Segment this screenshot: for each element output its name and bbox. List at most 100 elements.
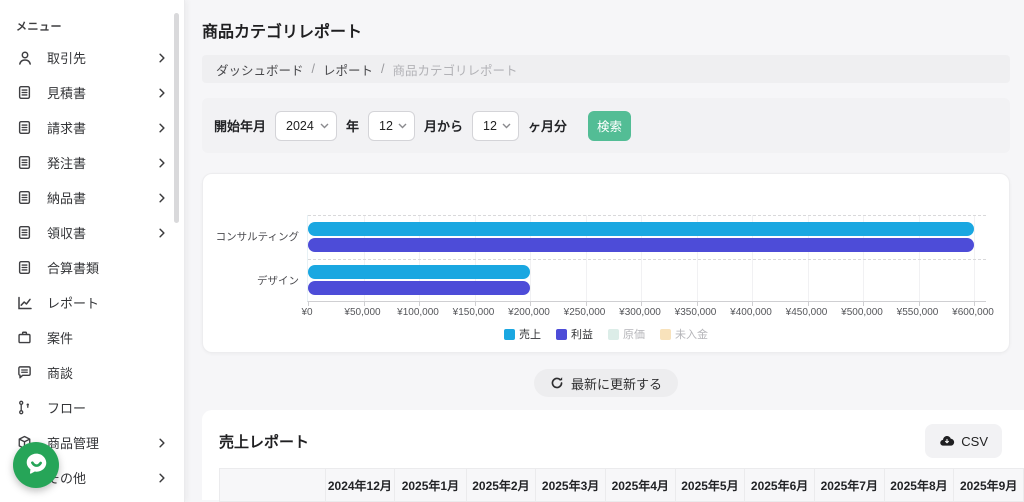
legend-swatch: [504, 329, 515, 340]
speech-bubble-icon: [16, 364, 33, 381]
axis-tick: [974, 302, 975, 306]
chart-line-icon: [16, 294, 33, 311]
legend-item-利益[interactable]: 利益: [556, 326, 593, 342]
column-header: 2025年9月: [954, 469, 1024, 502]
sidebar-item-発注書[interactable]: 発注書: [0, 145, 184, 180]
sidebar-item-合算書類[interactable]: 合算書類: [0, 250, 184, 285]
legend-item-売上[interactable]: 売上: [504, 326, 541, 342]
csv-button-label: CSV: [961, 434, 988, 449]
search-button[interactable]: 検索: [588, 111, 631, 141]
sidebar-item-納品書[interactable]: 納品書: [0, 180, 184, 215]
chevron-down-icon: [502, 123, 511, 129]
chevron-right-icon: [156, 52, 170, 64]
column-header: 2025年4月: [605, 469, 675, 502]
chevron-right-icon: [156, 227, 170, 239]
column-header: 2025年8月: [884, 469, 954, 502]
sidebar-item-商談[interactable]: 商談: [0, 355, 184, 390]
year-select-value: 2024: [286, 119, 314, 133]
sidebar-nav: 取引先見積書請求書発注書納品書領収書合算書類レポート案件商談フロー商品管理その他: [0, 40, 184, 495]
document-icon: [16, 119, 33, 136]
column-header: 2025年5月: [675, 469, 745, 502]
chevron-down-icon: [398, 123, 407, 129]
x-axis-tick-label: ¥600,000: [952, 307, 994, 318]
x-axis-tick-label: ¥150,000: [453, 307, 495, 318]
sidebar-item-label: 商品管理: [47, 433, 156, 452]
chat-launcher-button[interactable]: [13, 442, 59, 488]
legend-item-原価[interactable]: 原価: [608, 326, 645, 342]
refresh-icon: [550, 376, 564, 390]
chart-category-label: コンサルティング: [203, 215, 299, 259]
axis-tick: [586, 302, 587, 306]
axis-tick: [863, 302, 864, 306]
sidebar-item-label: その他: [47, 468, 156, 487]
axis-tick: [697, 302, 698, 306]
x-axis-tick-label: ¥500,000: [841, 307, 883, 318]
bar-利益: [308, 238, 974, 252]
column-header: 2025年1月: [395, 469, 466, 502]
column-header: [220, 469, 326, 502]
legend-label: 原価: [623, 326, 645, 342]
legend-swatch: [608, 329, 619, 340]
legend-label: 利益: [571, 326, 593, 342]
month-select-value: 12: [379, 119, 393, 133]
chart-band-divider: [308, 215, 986, 216]
axis-tick: [919, 302, 920, 306]
chat-bubble-icon: [23, 450, 50, 480]
column-header: 2025年7月: [814, 469, 884, 502]
app-window: メニュー 取引先見積書請求書発注書納品書領収書合算書類レポート案件商談フロー商品…: [0, 0, 1024, 502]
sidebar-item-請求書[interactable]: 請求書: [0, 110, 184, 145]
cloud-download-icon: [939, 433, 955, 449]
sidebar-item-取引先[interactable]: 取引先: [0, 40, 184, 75]
sidebar-item-label: 納品書: [47, 188, 156, 207]
chevron-down-icon: [320, 123, 329, 129]
axis-tick: [808, 302, 809, 306]
briefcase-icon: [16, 329, 33, 346]
span-select[interactable]: 12: [472, 111, 519, 141]
x-axis-tick-label: ¥350,000: [675, 307, 717, 318]
sales-report-table: 2024年12月2025年1月2025年2月2025年3月2025年4月2025…: [219, 468, 1024, 502]
table-header-row: 2024年12月2025年1月2025年2月2025年3月2025年4月2025…: [220, 469, 1024, 502]
year-suffix-label: 年: [346, 116, 359, 135]
sidebar-item-案件[interactable]: 案件: [0, 320, 184, 355]
sidebar-item-見積書[interactable]: 見積書: [0, 75, 184, 110]
month-select[interactable]: 12: [368, 111, 415, 141]
column-header: 2024年12月: [325, 469, 395, 502]
refresh-button[interactable]: 最新に更新する: [534, 369, 678, 397]
x-axis-tick-label: ¥0: [301, 307, 312, 318]
document-icon: [16, 84, 33, 101]
main-content: 商品カテゴリレポート ダッシュボード/レポート/商品カテゴリレポート 開始年月 …: [185, 0, 1024, 502]
breadcrumb: ダッシュボード/レポート/商品カテゴリレポート: [202, 55, 1010, 83]
month-suffix-label: 月から: [424, 116, 463, 135]
axis-tick: [752, 302, 753, 306]
x-axis-tick-label: ¥400,000: [730, 307, 772, 318]
legend-label: 未入金: [675, 326, 708, 342]
axis-tick: [308, 302, 309, 306]
breadcrumb-link[interactable]: レポート: [323, 60, 373, 79]
axis-tick: [364, 302, 365, 306]
chevron-right-icon: [156, 157, 170, 169]
column-header: 2025年6月: [745, 469, 815, 502]
csv-download-button[interactable]: CSV: [925, 424, 1002, 458]
chevron-right-icon: [156, 192, 170, 204]
sidebar-item-領収書[interactable]: 領収書: [0, 215, 184, 250]
sales-report-header: 売上レポート CSV: [219, 424, 1024, 458]
breadcrumb-link[interactable]: ダッシュボード: [216, 60, 304, 79]
sidebar-item-フロー[interactable]: フロー: [0, 390, 184, 425]
sidebar: メニュー 取引先見積書請求書発注書納品書領収書合算書類レポート案件商談フロー商品…: [0, 0, 185, 502]
legend-item-未入金[interactable]: 未入金: [660, 326, 708, 342]
year-select[interactable]: 2024: [275, 111, 337, 141]
sidebar-item-label: 取引先: [47, 48, 156, 67]
document-icon: [16, 259, 33, 276]
chevron-right-icon: [156, 437, 170, 449]
axis-tick: [475, 302, 476, 306]
span-suffix-label: ヶ月分: [528, 116, 567, 135]
chevron-right-icon: [156, 87, 170, 99]
axis-tick: [641, 302, 642, 306]
column-header: 2025年2月: [466, 469, 536, 502]
sidebar-item-レポート[interactable]: レポート: [0, 285, 184, 320]
x-axis-tick-label: ¥100,000: [397, 307, 439, 318]
sidebar-item-label: 請求書: [47, 118, 156, 137]
document-icon: [16, 224, 33, 241]
refresh-button-label: 最新に更新する: [571, 374, 662, 393]
sidebar-scrollbar[interactable]: [174, 13, 179, 223]
